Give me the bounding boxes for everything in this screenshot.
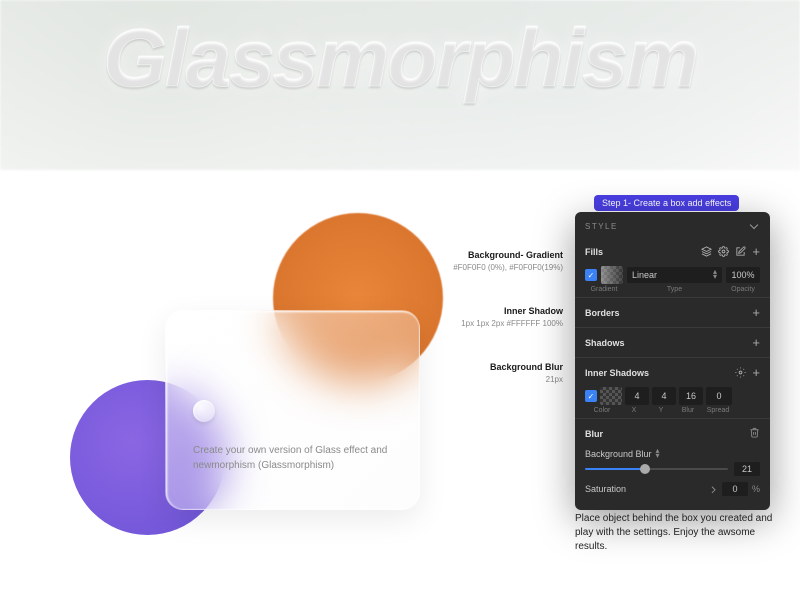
sub-gradient: Gradient (585, 286, 623, 293)
page-title: Glassmorphism (0, 12, 800, 106)
inner-shadows-section: Inner Shadows + ✓ 4 4 16 0 Color X Y Blu… (575, 358, 770, 419)
sub-y: Y (649, 407, 673, 414)
inner-shadow-spread[interactable]: 0 (706, 387, 732, 405)
inner-shadow-blur[interactable]: 16 (679, 387, 703, 405)
sub-spread: Spread (703, 407, 733, 414)
callouts: Background- Gradient #F0F0F0 (0%), #F0F0… (438, 250, 563, 418)
step-badge: Step 1- Create a box add effects (594, 195, 739, 211)
saturation-label: Saturation (585, 484, 626, 494)
chevron-down-icon[interactable] (750, 221, 760, 231)
callout-label: Background- Gradient (438, 250, 563, 260)
add-fill-button[interactable]: + (752, 245, 760, 258)
callout-value: #F0F0F0 (0%), #F0F0F0(19%) (438, 263, 563, 272)
blur-section: Blur Background Blur ▴▾ 21 Saturation 0 … (575, 419, 770, 500)
inner-shadow-checkbox[interactable]: ✓ (585, 390, 597, 402)
callout-label: Inner Shadow (438, 306, 563, 316)
inner-shadow-color[interactable] (600, 387, 622, 405)
fills-label: Fills (585, 247, 603, 257)
inner-shadow-x[interactable]: 4 (625, 387, 649, 405)
callout-inner-shadow: Inner Shadow 1px 1px 2px #FFFFFF 100% (438, 306, 563, 328)
add-border-button[interactable]: + (752, 306, 760, 319)
add-inner-shadow-button[interactable]: + (752, 366, 760, 379)
borders-section: Borders + (575, 298, 770, 328)
trash-icon[interactable] (749, 427, 760, 441)
panel-header: STYLE (575, 218, 770, 237)
style-label: STYLE (585, 222, 618, 231)
callout-value: 21px (438, 375, 563, 384)
chevron-left-icon[interactable] (709, 485, 717, 493)
blur-type-select[interactable]: Background Blur (585, 449, 652, 459)
glass-card: Create your own version of Glass effect … (165, 310, 420, 510)
blur-slider[interactable] (585, 468, 728, 470)
blur-value-input[interactable]: 21 (734, 462, 760, 476)
compose-icon[interactable] (735, 246, 746, 257)
card-description: Create your own version of Glass effect … (193, 443, 399, 473)
fill-type-value: Linear (632, 270, 657, 280)
sub-blur: Blur (676, 407, 700, 414)
fill-checkbox[interactable]: ✓ (585, 269, 597, 281)
sub-color: Color (585, 407, 619, 414)
saturation-value-input[interactable]: 0 (722, 482, 748, 496)
callout-bg-gradient: Background- Gradient #F0F0F0 (0%), #F0F0… (438, 250, 563, 272)
style-panel: STYLE Fills + ✓ Linear ▴▾ 100% Gradient … (575, 212, 770, 510)
borders-label: Borders (585, 308, 620, 318)
gradient-swatch[interactable] (601, 266, 623, 284)
glass-dot (193, 400, 215, 422)
gear-icon[interactable] (735, 367, 746, 378)
inner-shadows-label: Inner Shadows (585, 368, 649, 378)
sub-type: Type (623, 286, 726, 293)
sub-x: X (622, 407, 646, 414)
shadows-section: Shadows + (575, 328, 770, 358)
inner-shadow-y[interactable]: 4 (652, 387, 676, 405)
callout-bg-blur: Background Blur 21px (438, 362, 563, 384)
fills-section: Fills + ✓ Linear ▴▾ 100% Gradient Type O… (575, 237, 770, 298)
pct-label: % (752, 484, 760, 494)
sub-opacity: Opacity (726, 286, 760, 293)
fill-type-select[interactable]: Linear ▴▾ (627, 267, 722, 283)
updown-icon: ▴▾ (656, 449, 660, 459)
callout-value: 1px 1px 2px #FFFFFF 100% (438, 319, 563, 328)
gear-icon[interactable] (718, 246, 729, 257)
shadows-label: Shadows (585, 338, 625, 348)
callout-label: Background Blur (438, 362, 563, 372)
blur-label: Blur (585, 429, 603, 439)
layers-icon[interactable] (701, 246, 712, 257)
add-shadow-button[interactable]: + (752, 336, 760, 349)
updown-icon: ▴▾ (713, 270, 717, 280)
fill-opacity-input[interactable]: 100% (726, 267, 760, 283)
footnote: Place object behind the box you created … (575, 512, 775, 554)
